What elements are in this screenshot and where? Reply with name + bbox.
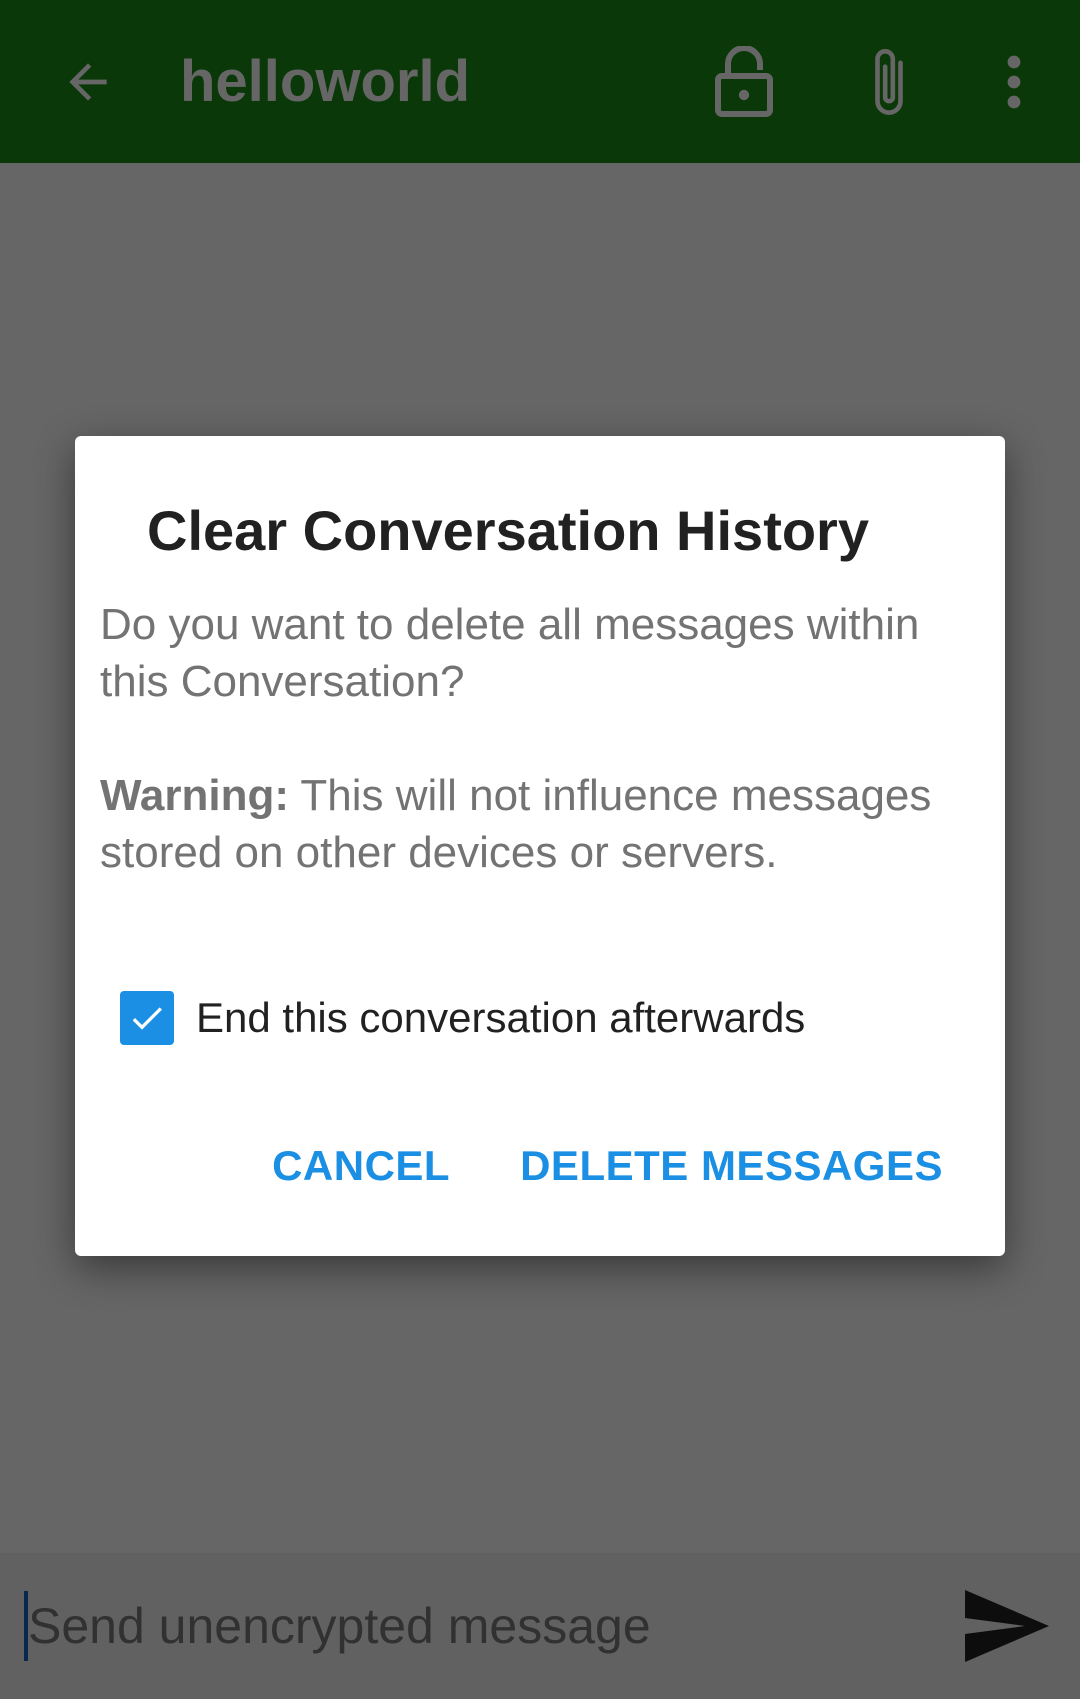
dialog-title: Clear Conversation History xyxy=(147,499,869,562)
warning-label: Warning: xyxy=(100,771,289,820)
checkmark-icon xyxy=(132,1007,162,1030)
delete-messages-button[interactable]: DELETE MESSAGES xyxy=(520,1142,943,1190)
dialog-warning: Warning: This will not influence message… xyxy=(100,767,960,881)
dialog-question: Do you want to delete all messages withi… xyxy=(100,600,920,706)
clear-history-dialog: Clear Conversation History Do you want t… xyxy=(75,436,1005,1256)
end-conversation-checkbox[interactable] xyxy=(120,991,174,1045)
conversation-screen: helloworld xyxy=(0,0,1080,1699)
end-conversation-option[interactable]: End this conversation afterwards xyxy=(120,990,805,1046)
end-conversation-label: End this conversation afterwards xyxy=(196,994,806,1041)
cancel-button[interactable]: CANCEL xyxy=(272,1142,450,1190)
dialog-message: Do you want to delete all messages withi… xyxy=(100,596,960,881)
dialog-actions: CANCEL DELETE MESSAGES xyxy=(272,1142,943,1190)
